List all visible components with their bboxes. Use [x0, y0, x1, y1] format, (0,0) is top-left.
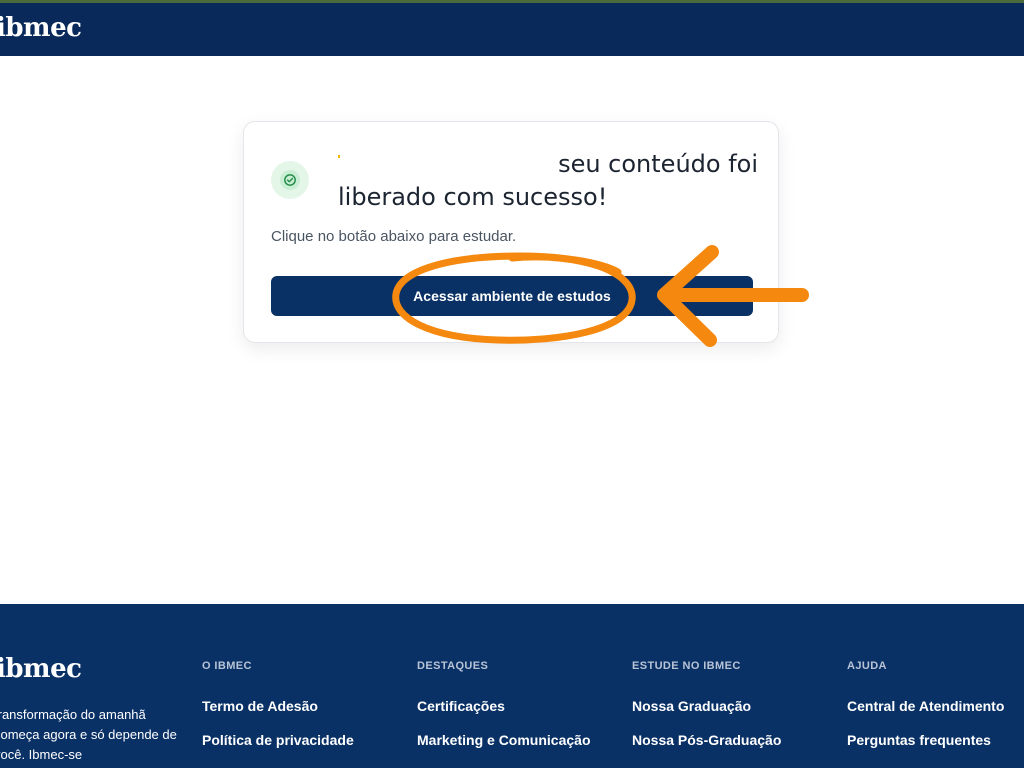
footer-link-pos-graduacao[interactable]: Nossa Pós-Graduação: [632, 732, 781, 766]
footer-link-graduacao[interactable]: Nossa Graduação: [632, 698, 781, 732]
footer-column-title: AJUDA: [847, 660, 887, 672]
success-card: seu conteúdo foi liberado com sucesso! C…: [243, 121, 779, 343]
footer-tagline: transformação do amanhã começa agora e s…: [0, 707, 177, 762]
header-logo[interactable]: ibmec: [0, 13, 82, 43]
check-circle-icon: [271, 161, 309, 199]
footer-column-destaques: DESTAQUES Certificações Marketing e Comu…: [417, 660, 591, 766]
site-footer: ibmec transformação do amanhã começa ago…: [0, 604, 1024, 768]
footer-link-politica-privacidade[interactable]: Política de privacidade: [202, 732, 354, 766]
footer-link-termo-adesao[interactable]: Termo de Adesão: [202, 698, 354, 732]
success-title-line1: seu conteúdo foi: [558, 150, 758, 178]
footer-column-estude: ESTUDE NO IBMEC Nossa Graduação Nossa Pó…: [632, 660, 781, 766]
footer-link-perguntas-frequentes[interactable]: Perguntas frequentes: [847, 732, 1004, 766]
footer-link-certificacoes[interactable]: Certificações: [417, 698, 591, 732]
footer-link-central-atendimento[interactable]: Central de Atendimento: [847, 698, 1004, 732]
footer-link-marketing-comunicacao[interactable]: Marketing e Comunicação: [417, 732, 591, 766]
footer-column-ajuda: AJUDA Central de Atendimento Perguntas f…: [847, 660, 1004, 766]
access-study-environment-button[interactable]: Acessar ambiente de estudos: [271, 276, 753, 316]
success-title-line2: liberado com sucesso!: [338, 183, 608, 211]
footer-column-o-ibmec: O IBMEC Termo de Adesão Política de priv…: [202, 660, 354, 766]
instruction-text: Clique no botão abaixo para estudar.: [271, 228, 517, 245]
success-title: seu conteúdo foi liberado com sucesso!: [338, 148, 758, 214]
footer-column-title: ESTUDE NO IBMEC: [632, 660, 741, 672]
footer-logo[interactable]: ibmec: [0, 654, 82, 684]
footer-column-title: DESTAQUES: [417, 660, 489, 672]
footer-column-title: O IBMEC: [202, 660, 252, 672]
site-header: ibmec: [0, 3, 1024, 56]
